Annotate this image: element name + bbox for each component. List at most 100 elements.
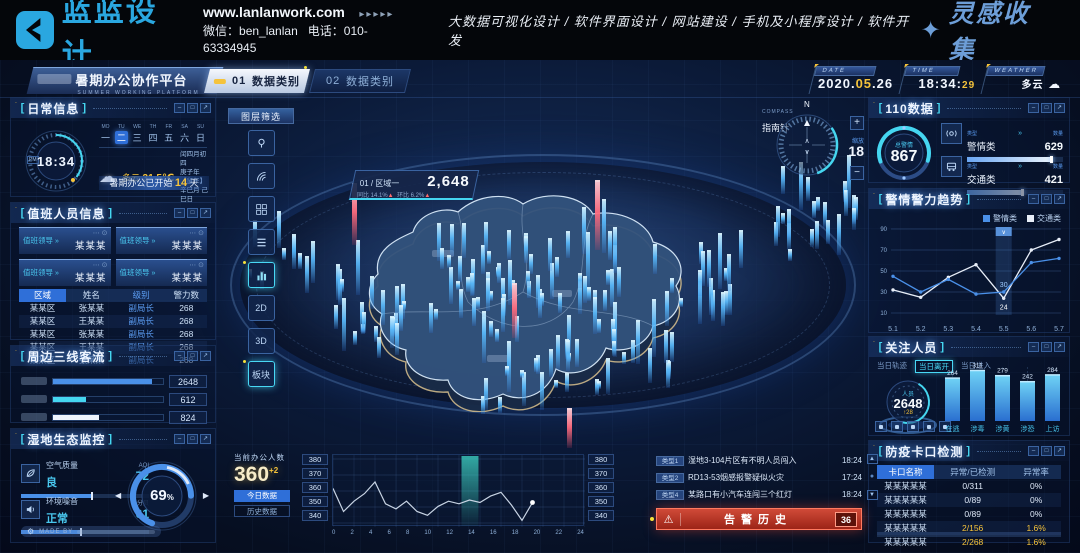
- svg-text:10: 10: [880, 311, 887, 317]
- data-bar: [458, 256, 462, 282]
- minimize-icon[interactable]: –: [1028, 103, 1039, 113]
- expand-icon[interactable]: ↗: [1054, 103, 1065, 113]
- panel-duty-staff: ˙[值班人员信息] –□↗ 值班领导 »⋯ ⊙某某某值班领导 »⋯ ⊙某某某值班…: [10, 202, 216, 340]
- data-bar: [505, 366, 509, 376]
- chart-icon: [255, 269, 268, 282]
- y-tick: 350: [588, 496, 614, 507]
- dashboard: 暑期办公协作平台 SUMMER WORKING PLATFORM 01 数据类别…: [0, 60, 1080, 553]
- expand-icon[interactable]: ↗: [200, 103, 211, 113]
- data-bar: [852, 208, 856, 224]
- layer-button-3D[interactable]: 3D: [248, 328, 275, 354]
- mini-feature-icon[interactable]: [875, 421, 887, 432]
- duty-leader-card[interactable]: 值班领导 »⋯ ⊙某某某: [19, 227, 111, 254]
- more-icon[interactable]: ⋯ ⊙: [93, 261, 108, 269]
- more-icon[interactable]: ⋯ ⊙: [93, 229, 108, 237]
- blurred-badge: [37, 74, 71, 84]
- mini-feature-icon[interactable]: [907, 421, 919, 432]
- expand-icon[interactable]: ↗: [1054, 194, 1065, 204]
- gauge-right-arrow[interactable]: ▶: [203, 491, 209, 500]
- history-data-button[interactable]: 历史数据: [234, 505, 290, 517]
- flow-row: 2648: [21, 374, 207, 388]
- focus-tab[interactable]: 当日轨迹: [877, 360, 907, 373]
- data-bar: [679, 298, 683, 307]
- expand-icon[interactable]: ↗: [1054, 342, 1065, 352]
- window-icon[interactable]: □: [187, 351, 198, 361]
- data-bar: [565, 373, 569, 392]
- layer-button-2D[interactable]: 2D: [248, 295, 275, 321]
- inspiration-collect[interactable]: ✦ 灵感收集: [921, 0, 1056, 66]
- data-bar: [575, 339, 579, 367]
- svg-text:90: 90: [880, 227, 887, 233]
- layer-button-pin[interactable]: [248, 130, 275, 156]
- minimize-icon[interactable]: –: [174, 208, 185, 218]
- window-icon[interactable]: □: [1041, 194, 1052, 204]
- window-icon[interactable]: □: [187, 434, 198, 444]
- mini-feature-icon[interactable]: [923, 421, 935, 432]
- warning-icon: ⚠: [657, 513, 681, 526]
- alert-item[interactable]: 类型2RD13-53烟感报警疑似火灾17:24: [656, 469, 862, 486]
- scroll-down-icon[interactable]: ▼: [867, 490, 878, 500]
- data-bar: [810, 229, 814, 247]
- tab-data-category-2[interactable]: 02 数据类别: [309, 69, 411, 93]
- minimize-icon[interactable]: –: [1028, 194, 1039, 204]
- panel-title: 日常信息: [27, 100, 79, 117]
- window-icon[interactable]: □: [187, 103, 198, 113]
- tab-data-category-1[interactable]: 01 数据类别: [204, 69, 310, 93]
- data-bar: [787, 209, 791, 240]
- data-bar: [603, 290, 607, 310]
- duty-leader-card[interactable]: 值班领导 »⋯ ⊙某某某: [116, 227, 208, 254]
- x-tick: 8: [406, 530, 409, 536]
- alarm-history-banner[interactable]: ⚠ 告警历史 36: [656, 508, 862, 530]
- alert-item[interactable]: 类型4某路口有小汽车连闯三个红灯18:24: [656, 486, 862, 503]
- expand-icon[interactable]: ↗: [200, 208, 211, 218]
- trend-chart: 9070503010∨30245.15.25.35.45.55.65.7: [873, 221, 1065, 339]
- layer-button-chart[interactable]: [248, 262, 275, 288]
- minimize-icon[interactable]: –: [1028, 342, 1039, 352]
- svg-text:上访: 上访: [1046, 424, 1060, 433]
- data-bar: [578, 273, 582, 288]
- scroll-up-icon[interactable]: ▲: [867, 454, 878, 464]
- flow-value: 2648: [169, 375, 207, 388]
- layer-filter-panel: 图层筛选 2D3D板块: [228, 108, 294, 387]
- y-tick: 380: [588, 454, 614, 465]
- data-bar: [342, 298, 346, 351]
- checkpoint-scrollbar[interactable]: [877, 532, 1061, 537]
- more-icon[interactable]: ⋯ ⊙: [189, 261, 204, 269]
- layer-button-list[interactable]: [248, 229, 275, 255]
- minimize-icon[interactable]: –: [174, 434, 185, 444]
- more-icon[interactable]: ⋯ ⊙: [189, 229, 204, 237]
- alert-item[interactable]: 类型1湿地3-104片区有不明人员闯入18:24: [656, 452, 862, 469]
- radar-icon: [255, 170, 268, 183]
- expand-icon[interactable]: ↗: [200, 351, 211, 361]
- layer-button-radar[interactable]: [248, 163, 275, 189]
- duty-leader-card[interactable]: 值班领导 »⋯ ⊙某某某: [116, 259, 208, 286]
- zoom-out-button[interactable]: −: [850, 166, 864, 180]
- tab-label: 数据类别: [346, 73, 394, 89]
- data-bar: [476, 297, 480, 309]
- window-icon[interactable]: □: [1041, 446, 1052, 456]
- window-icon[interactable]: □: [1041, 103, 1052, 113]
- minimize-icon[interactable]: –: [174, 351, 185, 361]
- data-bar: [434, 309, 438, 319]
- data-bar: [612, 341, 616, 356]
- expand-icon[interactable]: ↗: [200, 434, 211, 444]
- window-icon[interactable]: □: [187, 208, 198, 218]
- mini-feature-icon[interactable]: [891, 421, 903, 432]
- zoom-in-button[interactable]: +: [850, 116, 864, 130]
- layer-button-板块[interactable]: 板块: [248, 361, 275, 387]
- website-link[interactable]: www.lanlanwork.com: [203, 4, 345, 20]
- x-tick: 22: [555, 530, 562, 536]
- window-icon[interactable]: □: [1041, 342, 1052, 352]
- layer-button-grid[interactable]: [248, 196, 275, 222]
- expand-icon[interactable]: ↗: [1054, 446, 1065, 456]
- tab-pill-icon: [214, 79, 226, 84]
- duty-name: 某某某: [75, 270, 107, 284]
- duty-leader-card[interactable]: 值班领导 »⋯ ⊙某某某: [19, 259, 111, 286]
- alert-text: RD13-53烟感报警疑似火灾: [688, 472, 838, 483]
- minimize-icon[interactable]: –: [174, 103, 185, 113]
- svg-text:50: 50: [880, 269, 887, 275]
- map-area[interactable]: 01 / 区域一2,648 同比 14.1%▲ 环比 6.2%▲ 图层筛选 2D…: [222, 100, 864, 448]
- today-data-button[interactable]: 今日数据: [234, 490, 290, 502]
- gauge-left-arrow[interactable]: ◀: [115, 491, 121, 500]
- minimize-icon[interactable]: –: [1028, 446, 1039, 456]
